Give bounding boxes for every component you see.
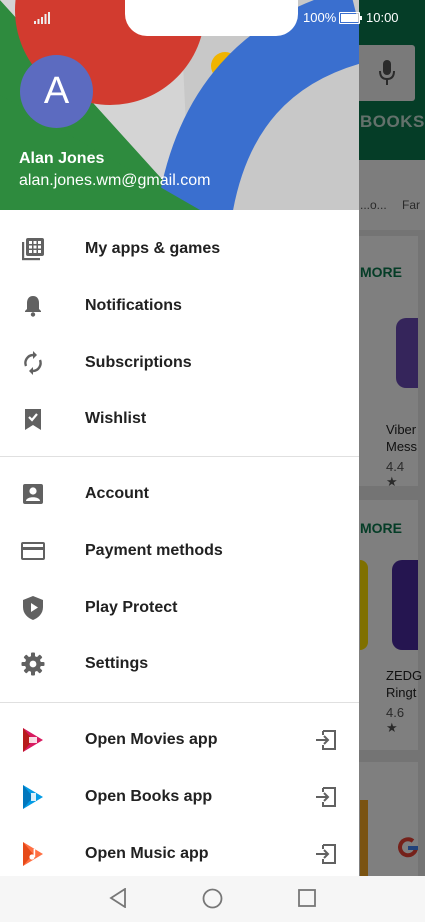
open-external-icon <box>316 787 336 808</box>
menu-item-settings[interactable]: Settings <box>0 636 359 693</box>
menu-item-payment-methods[interactable]: Payment methods <box>0 523 359 580</box>
apps-grid-icon <box>20 236 46 262</box>
camera-notch <box>125 0 298 36</box>
gear-icon <box>20 651 46 677</box>
menu-item-subscriptions[interactable]: Subscriptions <box>0 334 359 391</box>
credit-card-icon <box>20 538 46 564</box>
menu-item-label: Open Music app <box>85 844 209 862</box>
account-name: Alan Jones <box>19 150 105 167</box>
menu-group-main: My apps & games Notifications Subscripti… <box>0 221 359 448</box>
menu-item-open-movies[interactable]: Open Movies app <box>0 712 359 769</box>
menu-item-label: Payment methods <box>85 542 223 560</box>
menu-item-label: Open Movies app <box>85 731 218 749</box>
signal-icon <box>34 12 50 24</box>
menu-item-open-books[interactable]: Open Books app <box>0 769 359 826</box>
bookmark-check-icon <box>20 406 46 432</box>
play-books-icon <box>20 784 46 810</box>
open-external-icon <box>316 730 336 751</box>
menu-item-label: Subscriptions <box>85 353 192 371</box>
menu-group-account: Account Payment methods Play Protect Set… <box>0 466 359 693</box>
battery-icon <box>339 12 362 24</box>
play-music-icon <box>20 841 46 867</box>
account-email[interactable]: alan.jones.wm@gmail.com <box>19 172 210 190</box>
menu-item-my-apps[interactable]: My apps & games <box>0 221 359 278</box>
battery-percent: 100% <box>303 10 337 25</box>
refresh-icon <box>20 350 46 376</box>
account-box-icon <box>20 481 46 507</box>
open-external-icon <box>316 843 336 864</box>
phone-screen: BOOKS ...o... Far MORE Viber Mess 4.4 ★ … <box>0 0 425 922</box>
recents-icon[interactable] <box>298 889 316 907</box>
clock: 10:00 <box>366 10 399 25</box>
menu-item-label: Account <box>85 485 149 503</box>
home-icon[interactable] <box>202 888 223 909</box>
play-movies-icon <box>20 727 46 753</box>
navigation-drawer: A Alan Jones alan.jones.wm@gmail.com My … <box>0 0 359 876</box>
menu-item-label: Settings <box>85 655 149 673</box>
menu-item-notifications[interactable]: Notifications <box>0 278 359 335</box>
divider <box>0 702 359 703</box>
menu-item-label: Wishlist <box>85 410 147 428</box>
status-bar: 100% 10:00 <box>0 0 425 36</box>
menu-item-account[interactable]: Account <box>0 466 359 523</box>
shield-play-icon <box>20 595 46 621</box>
avatar[interactable]: A <box>20 55 93 128</box>
menu-group-apps: Open Movies app Open Books app Open Musi… <box>0 712 359 876</box>
menu-item-open-music[interactable]: Open Music app <box>0 825 359 876</box>
menu-item-label: Notifications <box>85 297 182 315</box>
menu-item-label: My apps & games <box>85 240 221 258</box>
menu-item-label: Play Protect <box>85 598 178 616</box>
bell-icon <box>20 293 46 319</box>
divider <box>0 456 359 457</box>
menu-item-play-protect[interactable]: Play Protect <box>0 579 359 636</box>
menu-item-wishlist[interactable]: Wishlist <box>0 391 359 448</box>
menu-item-label: Open Books app <box>85 788 213 806</box>
system-navigation-bar <box>0 876 425 922</box>
back-icon[interactable] <box>109 888 127 908</box>
